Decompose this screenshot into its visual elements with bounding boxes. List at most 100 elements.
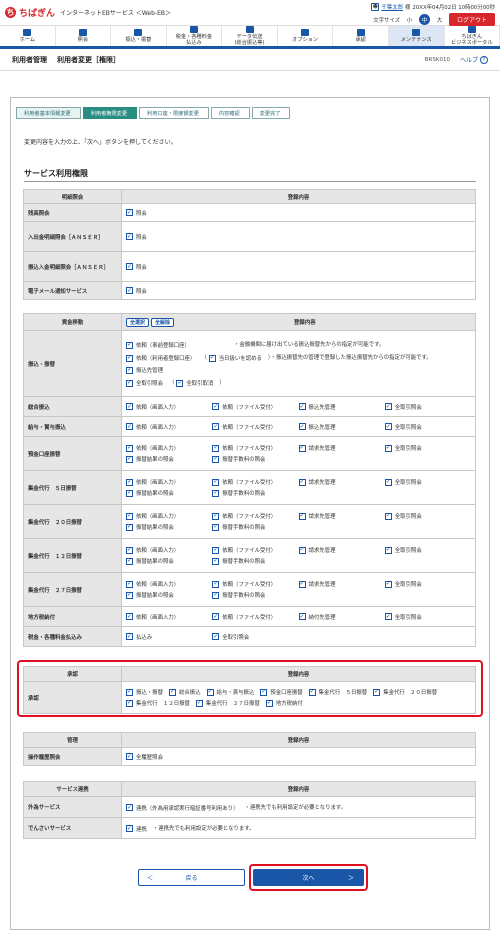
- checkbox-checked-icon: ✓: [126, 580, 133, 588]
- checkbox-same-day[interactable]: ✓ 当日扱いを認める: [208, 354, 262, 362]
- checkbox-option[interactable]: ✓ 請求先管理: [298, 546, 379, 554]
- checkbox-checked-icon: ✓: [384, 422, 392, 430]
- checkbox-checked-icon: ✓: [298, 478, 306, 486]
- help-link[interactable]: ヘルプ?: [460, 55, 488, 64]
- checkbox-option[interactable]: ✓ 依頼（ファイル受付）: [212, 580, 292, 588]
- checkbox-checked-icon: ✓: [298, 546, 306, 554]
- font-size-label: 文字サイズ: [373, 17, 400, 24]
- checkbox-option[interactable]: ✓ 振替手数料の照会: [212, 455, 292, 463]
- checkbox-payee-management[interactable]: ✓ 振込先管理: [126, 366, 163, 374]
- checkbox-request-user-account[interactable]: ✓ 依頼（利用者登録口座）: [126, 354, 195, 362]
- nav-business-portal[interactable]: ちばぎん ビジネスポータル: [445, 26, 500, 46]
- back-button[interactable]: ＜戻る: [138, 869, 245, 886]
- checkbox-all-transaction-inquiry[interactable]: ✓ 全取引照会: [126, 379, 163, 387]
- checkbox-option[interactable]: ✓ 依頼（画面入力）: [126, 546, 206, 554]
- nav-tax-payment[interactable]: 税金・各種料金 払込み: [167, 26, 223, 46]
- row-label: 操作履歴照会: [23, 747, 122, 766]
- checkbox-checked-icon: ✓: [126, 546, 133, 554]
- instruction-message: 変更内容を入力の上、「次へ」ボタンを押してください。: [24, 139, 177, 146]
- checkbox-option[interactable]: ✓ 依頼（画面入力）: [126, 403, 206, 411]
- checkbox-operation-history[interactable]: ✓ 全履歴照会: [126, 753, 163, 761]
- row-label: 集金代行 ２７日振替: [23, 572, 122, 607]
- checkbox-option[interactable]: ✓ 振替結果の照会: [126, 591, 206, 599]
- checkbox-option[interactable]: ✓ 依頼（画面入力）: [126, 613, 206, 621]
- checkbox-request-registered-account[interactable]: ✓ 依頼（事前登録口座）: [126, 341, 190, 349]
- checkbox-option[interactable]: ✓ 全取引照会: [384, 478, 465, 486]
- bank-logo[interactable]: ち ちばぎん インターネットEBサービス ＜Web-EB＞: [5, 6, 171, 19]
- checkbox-densai-linkage[interactable]: ✓ 連携: [126, 825, 147, 833]
- step-indicator: 利用者基本情報変更 利用者権限変更 利用口座・限度額変更 内容確認 変更完了: [16, 107, 292, 119]
- select-all-button[interactable]: 全選択: [126, 317, 150, 327]
- nav-approval[interactable]: 承認: [333, 26, 389, 46]
- checkbox-option[interactable]: ✓ 依頼（ファイル受付）: [212, 546, 292, 554]
- checkbox-option[interactable]: ✓ 振替結果の照会: [126, 455, 206, 463]
- checkbox-checked-icon: ✓: [126, 262, 133, 270]
- checkbox-checked-icon: ✓: [384, 512, 392, 520]
- checkbox-option[interactable]: ✓ 全取引照会: [384, 512, 465, 520]
- logout-button[interactable]: ログアウト: [448, 13, 495, 26]
- checkbox-option[interactable]: ✓ 振込先管理: [298, 423, 379, 431]
- checkbox-checked-icon: ✓: [126, 402, 133, 410]
- checkbox-option[interactable]: ✓ 全取引照会: [384, 422, 465, 431]
- checkbox-option[interactable]: ✓ 全取引照会: [384, 613, 465, 621]
- font-small-button[interactable]: 小: [404, 14, 415, 25]
- row-label: 入出金明細照会［ＡＮＳＥＲ］: [23, 221, 122, 252]
- font-large-button[interactable]: 大: [434, 14, 445, 25]
- checkbox-option[interactable]: ✓ 振込先管理: [298, 403, 379, 411]
- checkbox-option[interactable]: ✓ 依頼（ファイル受付）: [212, 444, 292, 452]
- checkbox-option[interactable]: ✓ 依頼（ファイル受付）: [212, 512, 292, 520]
- font-medium-button[interactable]: 中: [418, 14, 430, 25]
- checkbox-forex-linkage[interactable]: ✓ 連携（外為用承認実行暗証番号利用あり）: [126, 804, 238, 812]
- approval-highlight-frame: [17, 660, 483, 717]
- checkbox-option[interactable]: ✓ 依頼（ファイル受付）: [212, 613, 292, 621]
- checkbox-option[interactable]: ✓ 納付先管理: [298, 612, 379, 621]
- checkbox-option[interactable]: ✓ 振替手数料の照会: [212, 591, 292, 599]
- checkbox-option[interactable]: ✓ 請求先管理: [298, 444, 379, 452]
- checkbox-option[interactable]: ✓ 依頼（画面入力）: [126, 478, 206, 486]
- checkbox-option[interactable]: ✓ 全取引照会: [384, 444, 465, 452]
- checkbox-option[interactable]: ✓ 全取引照会: [384, 546, 465, 554]
- checkbox-option[interactable]: ✓ 依頼（ファイル受付）: [212, 423, 292, 431]
- row-label: 電子メール通知サービス: [23, 281, 122, 300]
- checkbox-option[interactable]: ✓ 振替結果の照会: [126, 523, 206, 531]
- checkbox-checked-icon: ✓: [212, 580, 220, 588]
- checkbox-balance-inquiry[interactable]: ✓ 照会: [126, 209, 147, 217]
- row-label: 集金代行 １２日振替: [23, 538, 122, 573]
- user-name-link[interactable]: 千葉太郎: [381, 3, 403, 11]
- checkbox-option[interactable]: ✓ 請求先管理: [298, 512, 379, 520]
- checkbox-option[interactable]: ✓ 全取引照会: [384, 580, 465, 588]
- nav-data-transmission[interactable]: データ伝送 (総合振込等): [222, 26, 278, 46]
- checkbox-checked-icon: ✓: [212, 632, 220, 640]
- transfer-icon: [134, 28, 143, 36]
- checkbox-option[interactable]: ✓ 依頼（画面入力）: [126, 423, 206, 431]
- checkbox-option[interactable]: ✓ 請求先管理: [298, 580, 379, 588]
- checkbox-option[interactable]: ✓ 全取引照会: [384, 402, 465, 411]
- checkbox-option[interactable]: ✓ 振替手数料の照会: [212, 489, 292, 497]
- checkbox-option[interactable]: ✓ 依頼（ファイル受付）: [212, 403, 292, 411]
- checkbox-checked-icon: ✓: [298, 612, 306, 620]
- linkage-content-header: 登録内容: [121, 781, 476, 797]
- checkbox-option[interactable]: ✓ 振替結果の照会: [126, 489, 206, 497]
- checkbox-all-transaction-cancel[interactable]: ✓ 全取引取消: [176, 379, 213, 387]
- checkbox-option[interactable]: ✓ 請求先管理: [298, 478, 379, 486]
- inquiry-content-header: 登録内容: [121, 189, 476, 204]
- checkbox-option[interactable]: ✓ 振替手数料の照会: [212, 523, 292, 531]
- checkbox-option[interactable]: ✓ 払込み: [126, 633, 206, 641]
- checkbox-checked-icon: ✓: [384, 402, 392, 410]
- nav-maintenance[interactable]: メンテナンス: [388, 26, 445, 46]
- checkbox-option[interactable]: ✓ 依頼（画面入力）: [126, 512, 206, 520]
- clear-all-button[interactable]: 全解除: [151, 317, 175, 327]
- nav-home[interactable]: ホーム: [0, 26, 56, 46]
- nav-inquiry[interactable]: 照会: [56, 26, 112, 46]
- nav-option[interactable]: オプション: [278, 26, 334, 46]
- checkbox-option[interactable]: ✓ 依頼（ファイル受付）: [212, 478, 292, 486]
- checkbox-option[interactable]: ✓ 依頼（画面入力）: [126, 580, 206, 588]
- checkbox-deposit-withdrawal-inquiry[interactable]: ✓ 照会: [126, 233, 147, 241]
- checkbox-option[interactable]: ✓ 依頼（画面入力）: [126, 444, 206, 452]
- nav-transfer[interactable]: 振込・振替: [111, 26, 167, 46]
- checkbox-option[interactable]: ✓ 全取引照会: [212, 633, 292, 641]
- checkbox-option[interactable]: ✓ 振替結果の照会: [126, 557, 206, 565]
- checkbox-email-notification[interactable]: ✓ 照会: [126, 287, 147, 295]
- checkbox-option[interactable]: ✓ 振替手数料の照会: [212, 557, 292, 565]
- checkbox-transfer-deposit-inquiry[interactable]: ✓ 照会: [126, 263, 147, 271]
